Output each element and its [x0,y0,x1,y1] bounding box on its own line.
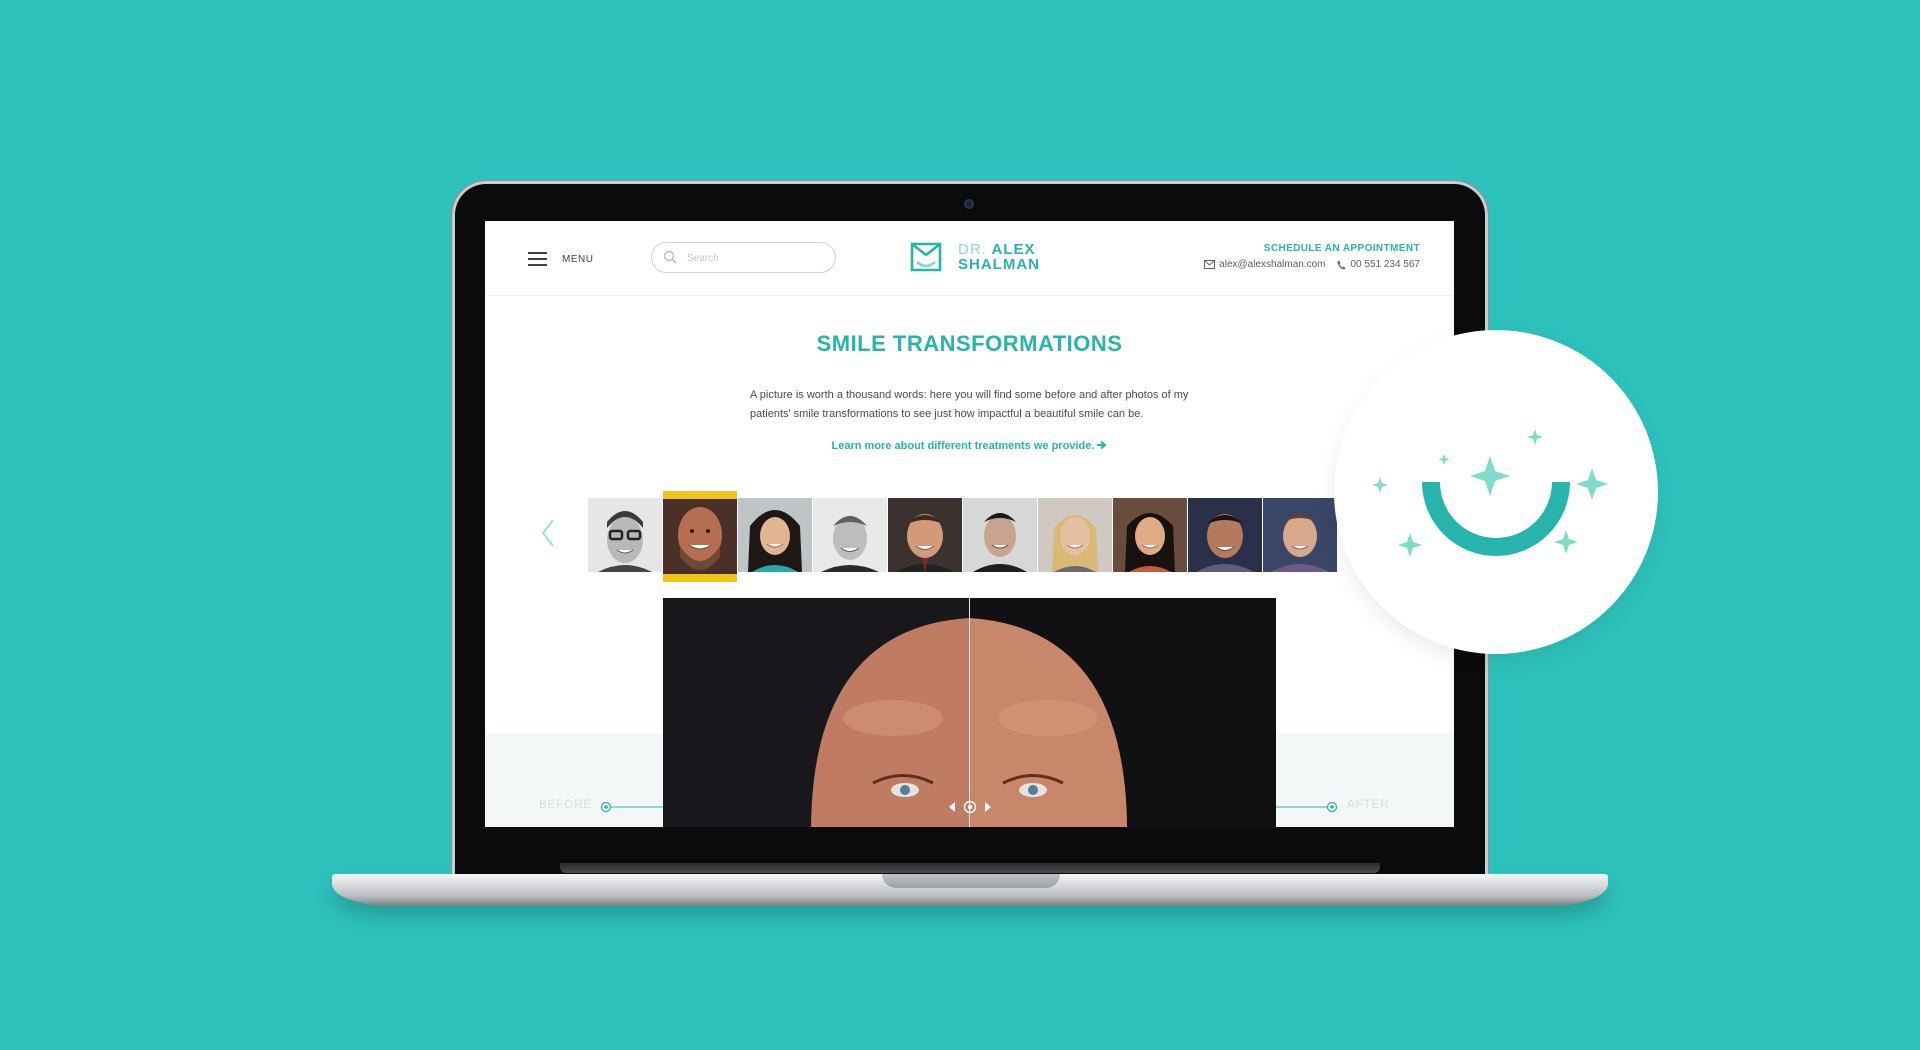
after-label: AFTER [1347,797,1390,811]
page-description: A picture is worth a thousand words: her… [750,389,1189,420]
patient-thumbnail[interactable] [888,498,962,572]
chevron-left-icon[interactable] [541,519,555,547]
stage: MENU DR. ALEX SHALMAN SCHEDULE AN APPOIN… [0,0,1920,1050]
selection-bar-bottom [663,574,737,582]
phone-icon [1337,260,1346,269]
patient-thumbnail-selected[interactable] [663,491,737,582]
tooth-logo-icon[interactable] [909,241,943,273]
comparison-divider[interactable] [969,598,970,827]
menu-icon[interactable] [528,252,547,266]
page-title: SMILE TRANSFORMATIONS [816,331,1123,356]
site-header: MENU DR. ALEX SHALMAN SCHEDULE AN APPOIN… [485,221,1454,296]
email-link[interactable]: alex@alexshalman.com [1219,259,1325,270]
learn-more-text: Learn more about different treatments we… [831,440,1095,452]
before-after-image[interactable] [663,598,1276,827]
smile-badge [1334,330,1658,654]
camera-icon [964,199,974,209]
comparison-slider-handle[interactable] [947,800,993,814]
envelope-icon [1204,260,1216,269]
laptop-notch [882,874,1060,888]
search-box[interactable] [651,242,836,273]
website-screen: MENU DR. ALEX SHALMAN SCHEDULE AN APPOIN… [485,221,1454,827]
patient-thumbnail[interactable] [1263,498,1337,572]
arrow-right-icon [1097,440,1107,450]
selection-bar-top [663,491,737,499]
patient-thumbnail[interactable] [738,498,812,572]
contact-info: alex@alexshalman.com 00 551 234 567 [1204,259,1420,270]
learn-more-link[interactable]: Learn more about different treatments we… [485,440,1454,452]
menu-label[interactable]: MENU [562,254,593,265]
schedule-appointment-link[interactable]: SCHEDULE AN APPOINTMENT [1264,243,1420,254]
laptop-hinge [560,863,1380,873]
before-label: BEFORE [539,797,592,811]
patient-thumbnail[interactable] [963,498,1037,572]
smile-sparkles-icon [1372,429,1608,557]
search-input[interactable] [685,249,829,267]
patient-thumbnail[interactable] [1113,498,1187,572]
logo-last-name: SHALMAN [958,256,1040,273]
search-icon [663,250,677,264]
patient-thumbnail[interactable] [1038,498,1112,572]
patient-thumbnail[interactable] [813,498,887,572]
site-logo-text[interactable]: DR. ALEX SHALMAN [958,242,1040,272]
patient-thumbnail[interactable] [1188,498,1262,572]
patient-thumbnail[interactable] [588,498,662,572]
phone-number[interactable]: 00 551 234 567 [1350,259,1420,270]
